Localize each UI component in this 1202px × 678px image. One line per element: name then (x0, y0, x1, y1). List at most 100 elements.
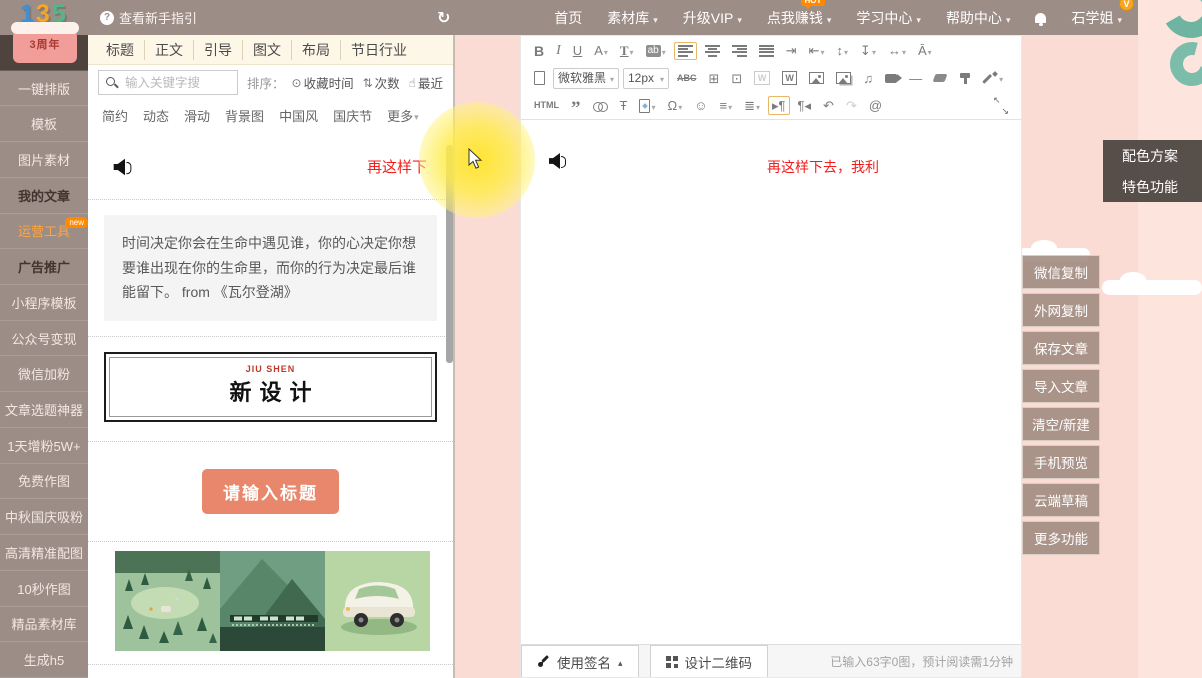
find-replace-icon[interactable]: @ (865, 96, 886, 115)
search-input[interactable] (99, 71, 237, 94)
paragraph-spacing-icon[interactable]: ↧ (856, 39, 880, 63)
sidebar-item-operation-tools[interactable]: 运营工具 new (0, 214, 88, 250)
link-icon[interactable] (589, 97, 612, 114)
redo-icon[interactable]: ↷ (842, 96, 861, 115)
eraser-icon[interactable] (930, 71, 950, 85)
paragraph-ltr-icon[interactable]: ▸¶ (768, 96, 790, 115)
gallery-icon[interactable] (832, 69, 855, 87)
indent-icon[interactable]: ⇥ (782, 41, 801, 60)
sort-favorite-time[interactable]: ⊙ 收藏时间 (292, 73, 354, 92)
filter-bg-image[interactable]: 背景图 (225, 106, 264, 125)
image-icon[interactable] (805, 69, 828, 87)
filter-national-day[interactable]: 国庆节 (333, 106, 372, 125)
nav-help[interactable]: 帮助中心 (946, 8, 1011, 28)
action-save-article[interactable]: 保存文章 (1022, 331, 1100, 365)
fullscreen-icon[interactable] (990, 96, 1012, 116)
layout-template-icon[interactable] (635, 94, 659, 118)
refresh-icon[interactable] (437, 8, 450, 28)
editor-content[interactable]: 再这样下去，我利 (521, 120, 1021, 647)
music-icon[interactable]: ♫ (859, 69, 877, 88)
filter-simple[interactable]: 简约 (102, 106, 128, 125)
video-icon[interactable] (881, 71, 901, 86)
sidebar-item-one-click-format[interactable]: 一键排版 (0, 71, 88, 107)
action-mobile-preview[interactable]: 手机预览 (1022, 445, 1100, 479)
new-doc-icon[interactable] (530, 68, 549, 88)
filter-dynamic[interactable]: 动态 (143, 106, 169, 125)
bold-icon[interactable]: B (530, 41, 548, 61)
filter-more[interactable]: 更多 (387, 106, 419, 125)
sidebar-item-ad-promotion[interactable]: 广告推广 (0, 249, 88, 285)
sidebar-item-templates[interactable]: 模板 (0, 106, 88, 142)
corner-color-scheme[interactable]: 配色方案 (1103, 140, 1202, 171)
logo-135-anniversary[interactable]: 135 3周年 (6, 0, 86, 74)
sidebar-item-hd-images[interactable]: 高清精准配图 (0, 535, 88, 571)
tab-title[interactable]: 标题 (96, 40, 144, 60)
word-paste-icon[interactable]: W (750, 68, 774, 88)
action-clear-new[interactable]: 清空/新建 (1022, 407, 1100, 441)
align-right-icon[interactable] (728, 42, 751, 60)
green-van-illustration[interactable] (325, 551, 430, 651)
panel-scrollbar-thumb[interactable] (446, 145, 453, 363)
style-card-title-button[interactable]: 请输入标题 (88, 442, 453, 542)
style-card-design-title[interactable]: JIU SHEN 新设计 (88, 337, 453, 442)
action-import-article[interactable]: 导入文章 (1022, 369, 1100, 403)
style-card-image-row[interactable] (88, 542, 453, 665)
action-more-features[interactable]: 更多功能 (1022, 521, 1100, 555)
heading-template-icon[interactable]: Ŧ (616, 96, 632, 115)
nav-vip[interactable]: 升级VIP (683, 8, 742, 28)
font-color-icon[interactable]: A (590, 39, 612, 63)
outdent-icon[interactable]: ⇤ (805, 39, 829, 63)
unordered-list-icon[interactable]: ≣ (740, 94, 764, 118)
sidebar-item-generate-h5[interactable]: 生成h5 (0, 642, 88, 678)
action-cloud-draft[interactable]: 云端草稿 (1022, 483, 1100, 517)
style-card-numbered-title[interactable]: 1 第一标题 (88, 665, 453, 678)
tab-image-text[interactable]: 图文 (242, 40, 291, 60)
align-center-icon[interactable] (701, 42, 724, 60)
forest-illustration[interactable] (115, 551, 220, 651)
format-painter-icon[interactable] (954, 69, 976, 88)
tab-guide[interactable]: 引导 (193, 40, 242, 60)
font-size-select[interactable]: 12px (623, 68, 669, 89)
tab-body[interactable]: 正文 (144, 40, 193, 60)
sidebar-item-account-monetize[interactable]: 公众号变现 (0, 321, 88, 357)
align-justify-icon[interactable] (755, 42, 778, 60)
sidebar-item-quick-design[interactable]: 10秒作图 (0, 571, 88, 607)
sidebar-item-free-design[interactable]: 免费作图 (0, 464, 88, 500)
italic-icon[interactable]: I (552, 41, 565, 61)
nav-learn[interactable]: 学习中心 (856, 8, 921, 28)
align-left-icon[interactable] (674, 42, 697, 60)
notification-bell-icon[interactable] (1035, 13, 1046, 23)
design-qrcode-button[interactable]: 设计二维码 (650, 645, 769, 677)
filter-slide[interactable]: 滑动 (184, 106, 210, 125)
user-menu[interactable]: 石学姐 V (1071, 8, 1122, 28)
sidebar-item-miniapp-template[interactable]: 小程序模板 (0, 285, 88, 321)
table-icon[interactable]: ⊞ (705, 69, 724, 88)
table-image-icon[interactable]: ⊡ (727, 69, 746, 88)
underline-icon[interactable]: U (569, 41, 586, 60)
nav-home[interactable]: 首页 (554, 8, 582, 28)
tab-festival-industry[interactable]: 节日行业 (340, 40, 417, 60)
style-card-quote[interactable]: 时间决定你会在生命中遇见谁，你的心决定你想要谁出现在你的生命里，而你的行为决定最… (88, 200, 453, 337)
tab-layout[interactable]: 布局 (291, 40, 340, 60)
text-style-icon[interactable]: T (616, 39, 638, 63)
magic-wand-icon[interactable] (980, 66, 1007, 90)
corner-special-features[interactable]: 特色功能 (1103, 171, 1202, 202)
style-card-audio-marquee[interactable]: 再这样下 (88, 130, 453, 200)
text-direction-icon[interactable]: Ā (914, 39, 936, 63)
html-icon[interactable]: HTML (530, 98, 563, 113)
action-external-copy[interactable]: 外网复制 (1022, 293, 1100, 327)
filter-chinese-style[interactable]: 中国风 (279, 106, 318, 125)
blockquote-icon[interactable]: ” (567, 95, 585, 116)
sidebar-item-fans-growth[interactable]: 1天增粉5W+ (0, 428, 88, 464)
special-char-icon[interactable]: Ω (663, 94, 686, 118)
sort-recent[interactable]: ☝ 最近 (409, 73, 443, 92)
nav-earn[interactable]: 点我赚钱 HOT (767, 8, 832, 28)
emoji-icon[interactable]: ☺ (690, 96, 711, 115)
mountain-train-illustration[interactable] (220, 551, 325, 651)
newbie-guide-link[interactable]: 查看新手指引 (100, 8, 197, 27)
sidebar-item-wechat-add-fans[interactable]: 微信加粉 (0, 356, 88, 392)
use-signature-button[interactable]: 使用签名 (521, 645, 639, 677)
sort-use-count[interactable]: ⇅ 次数 (363, 73, 400, 92)
nav-assets[interactable]: 素材库 (607, 8, 658, 28)
ordered-list-icon[interactable]: ≡ (715, 94, 736, 118)
